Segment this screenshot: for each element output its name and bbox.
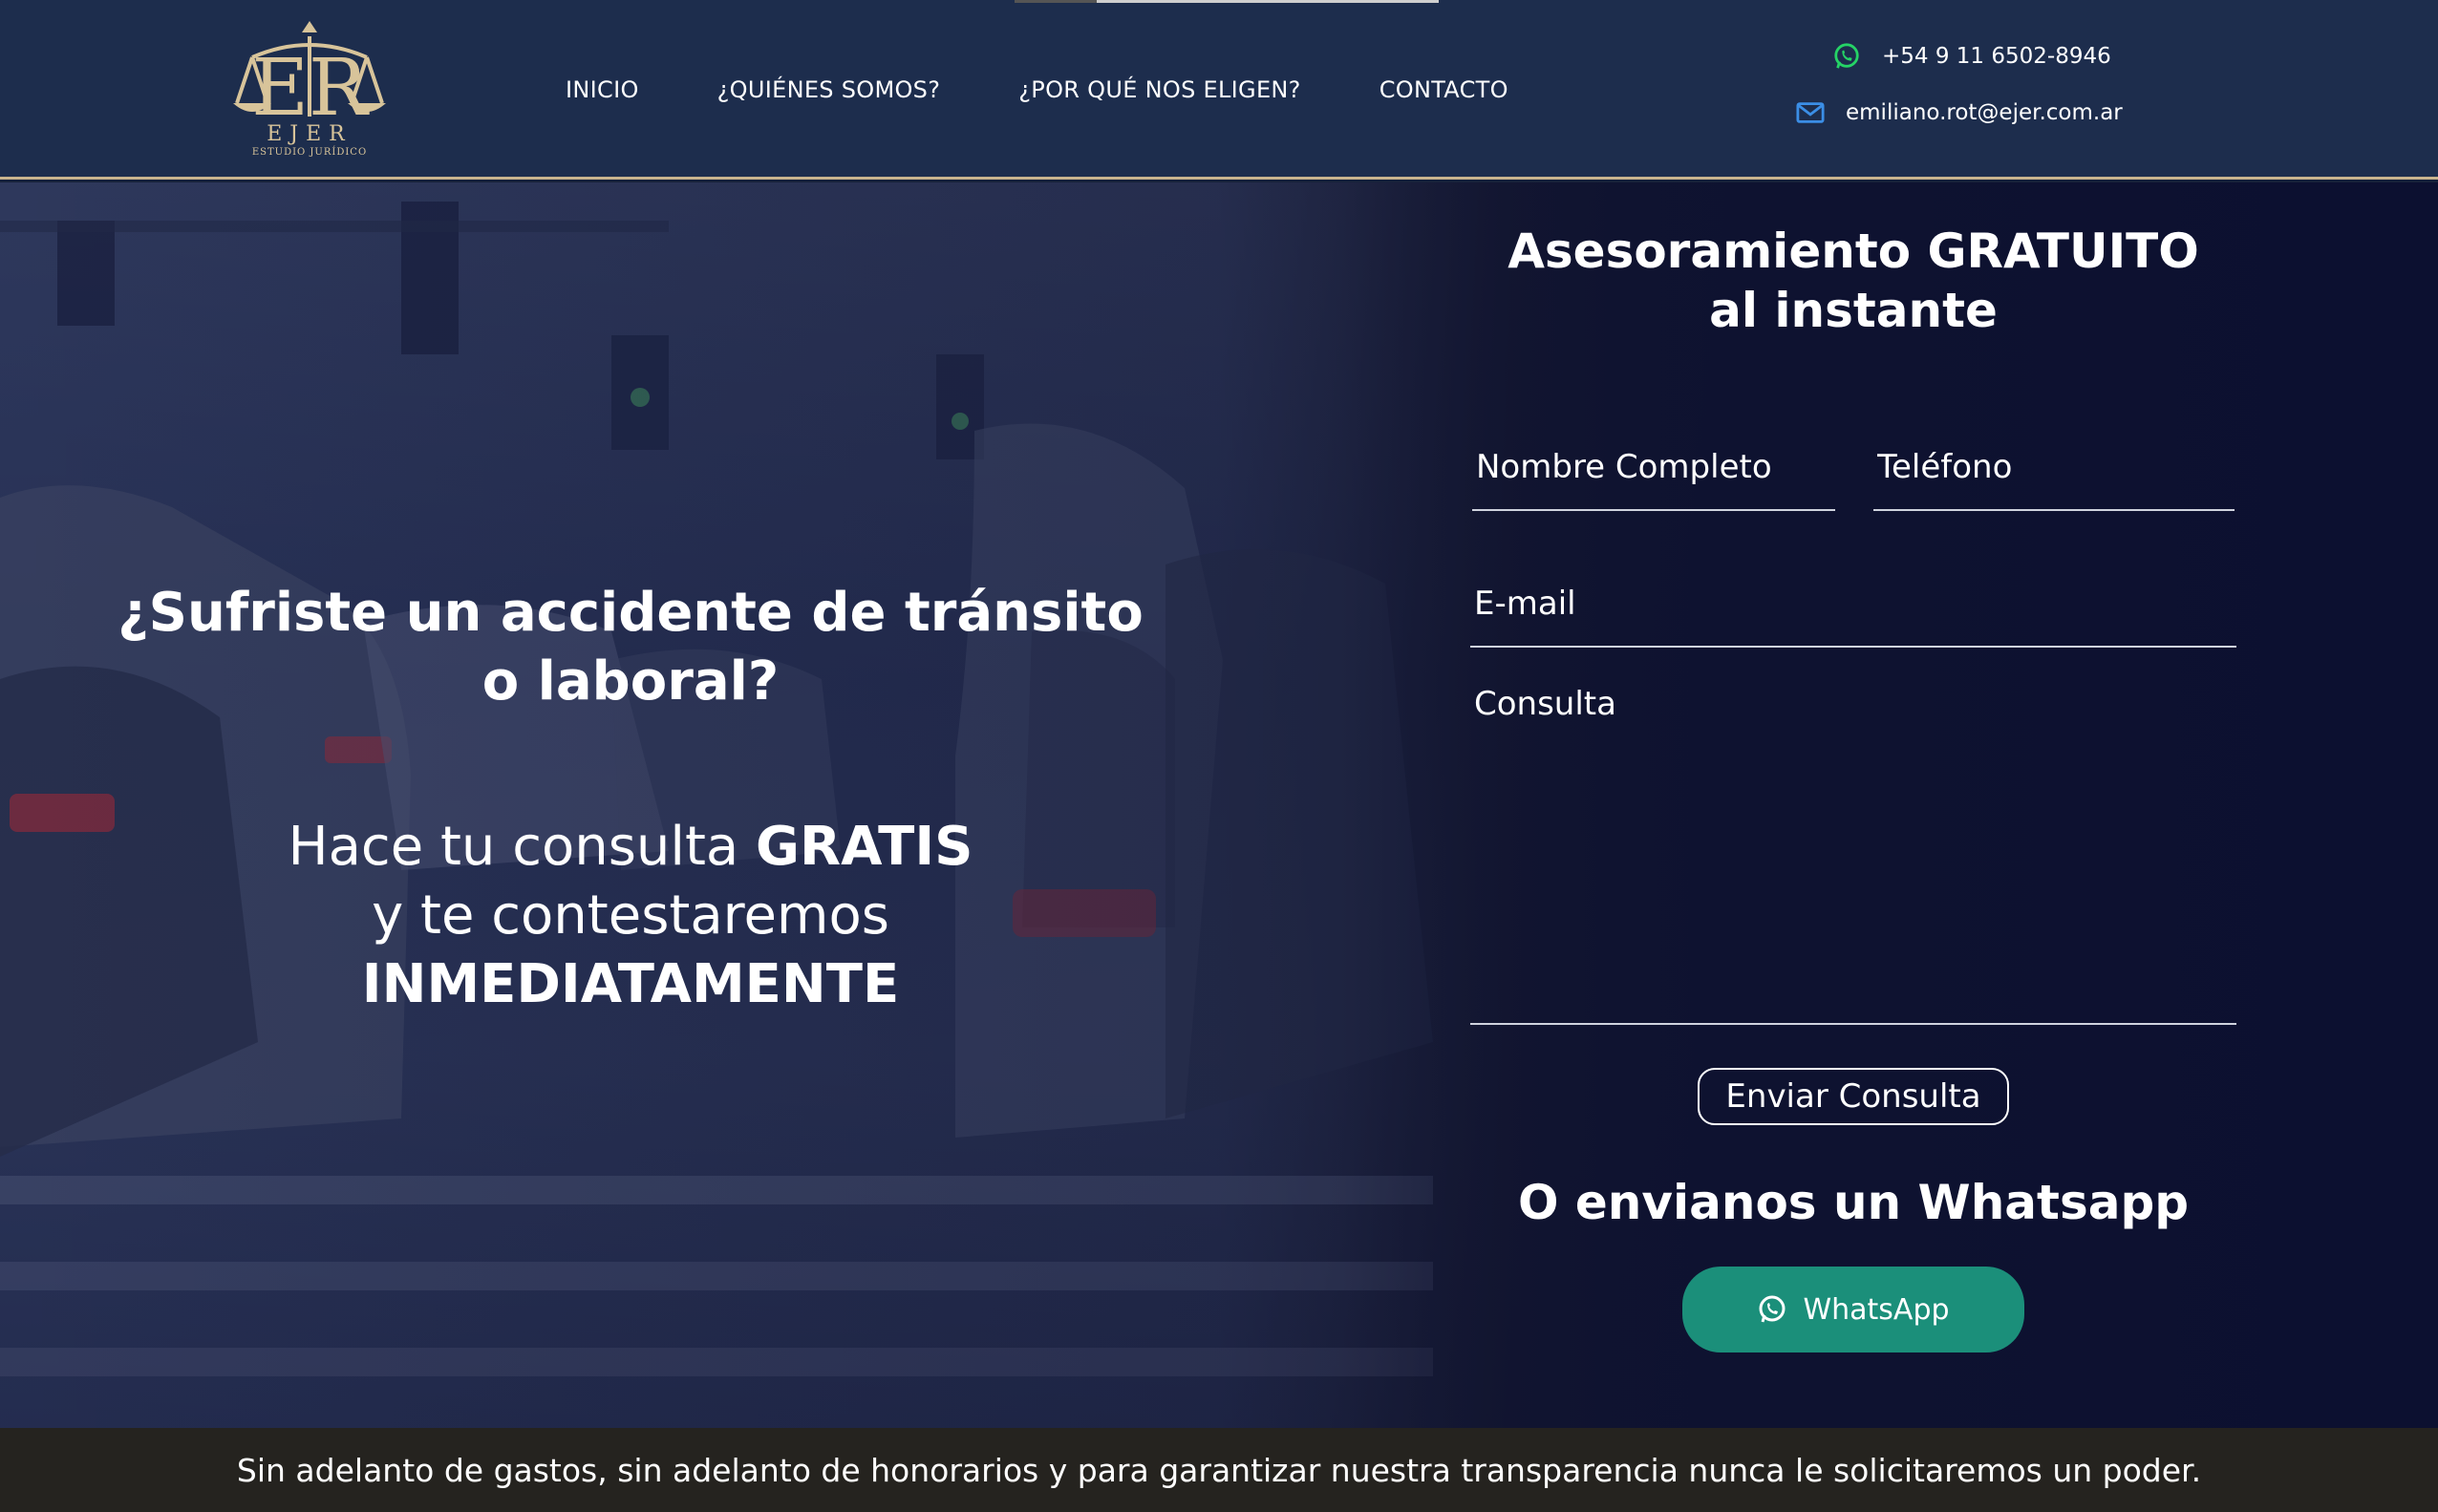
email-field[interactable]	[1470, 562, 2236, 648]
form-title: Asesoramiento GRATUITO al instante	[1471, 222, 2235, 340]
envelope-icon	[1796, 102, 1825, 123]
whatsapp-title: O envianos un Whatsapp	[1517, 1175, 2190, 1230]
guarantee-band: Sin adelanto de gastos, sin adelanto de …	[0, 1428, 2438, 1512]
nav-por-que-nos-eligen[interactable]: ¿POR QUÉ NOS ELIGEN?	[1018, 76, 1300, 103]
hero-sub-line1-text: Hace tu consulta	[288, 816, 757, 878]
nav-inicio[interactable]: INICIO	[566, 76, 639, 103]
hero-sub-line2: y te contestaremos	[372, 884, 889, 947]
whatsapp-button-label: WhatsApp	[1803, 1292, 1950, 1327]
hero-sub-line3: INMEDIATAMENTE	[361, 953, 900, 1015]
whatsapp-button[interactable]: WhatsApp	[1682, 1267, 2024, 1352]
logo[interactable]: ER EJER ESTUDIO JURÍDICO	[224, 21, 396, 162]
header-phone-text: +54 9 11 6502-8946	[1882, 44, 2111, 69]
header-phone[interactable]: +54 9 11 6502-8946	[1832, 42, 2111, 71]
phone-field[interactable]	[1873, 425, 2235, 511]
form-title-bold: GRATUITO	[1927, 224, 2199, 279]
logo-name: EJER	[267, 122, 353, 146]
hero-headline: ¿Sufriste un accidente de tránsito o lab…	[105, 579, 1156, 716]
svg-text:ER: ER	[251, 43, 370, 134]
hero-headline-line2: o laboral?	[481, 650, 780, 713]
whatsapp-icon	[1834, 43, 1859, 69]
main-nav: INICIO ¿QUIÉNES SOMOS? ¿POR QUÉ NOS ELIG…	[566, 75, 1508, 105]
form-title-line2: al instante	[1709, 283, 1998, 338]
form-title-text: Asesoramiento	[1508, 224, 1928, 279]
nav-quienes-somos[interactable]: ¿QUIÉNES SOMOS?	[717, 76, 941, 103]
name-field[interactable]	[1472, 425, 1835, 511]
scroll-indicator	[1015, 0, 1439, 3]
site-header: ER EJER ESTUDIO JURÍDICO INICIO ¿QUIÉNES…	[0, 0, 2438, 180]
hero-sub-line1-bold: GRATIS	[756, 816, 973, 878]
nav-contacto[interactable]: CONTACTO	[1379, 76, 1508, 103]
whatsapp-icon	[1759, 1295, 1786, 1323]
message-field[interactable]	[1470, 673, 2236, 1025]
guarantee-text: Sin adelanto de gastos, sin adelanto de …	[236, 1451, 2202, 1489]
logo-subtitle: ESTUDIO JURÍDICO	[251, 147, 368, 158]
header-email[interactable]: emiliano.rot@ejer.com.ar	[1796, 98, 2123, 127]
header-email-text: emiliano.rot@ejer.com.ar	[1846, 100, 2123, 125]
hero-headline-line1: ¿Sufriste un accidente de tránsito	[118, 582, 1144, 644]
send-consulta-button[interactable]: Enviar Consulta	[1698, 1068, 2009, 1125]
hero-subheadline: Hace tu consulta GRATIS y te contestarem…	[105, 813, 1156, 1019]
